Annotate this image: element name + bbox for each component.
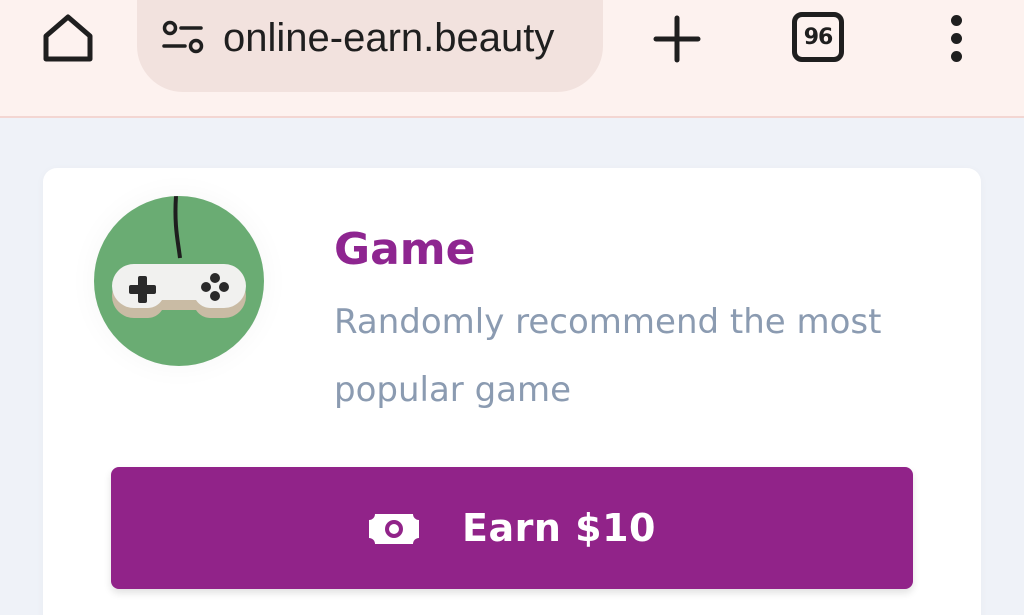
more-menu-button[interactable] [934, 10, 978, 66]
cash-icon [368, 513, 421, 545]
tab-switcher-button[interactable]: 96 [792, 12, 844, 62]
plus-icon [653, 15, 701, 63]
earn-button[interactable]: Earn $10 [111, 467, 913, 589]
more-vert-dot [950, 50, 962, 62]
home-button[interactable] [38, 10, 98, 66]
card-title: Game [334, 224, 476, 275]
home-icon [43, 14, 93, 62]
url-text[interactable]: online-earn.beauty [223, 12, 583, 64]
address-bar[interactable]: online-earn.beauty [137, 0, 603, 92]
tune-icon[interactable] [161, 20, 207, 56]
new-tab-button[interactable] [648, 10, 706, 68]
more-vert-icon [950, 14, 962, 26]
game-card: Game Randomly recommend the most popular… [43, 168, 981, 615]
more-vert-dot [950, 32, 962, 44]
earn-button-label: Earn $10 [462, 506, 656, 550]
card-description: Randomly recommend the most popular game [334, 302, 882, 410]
tab-count: 96 [803, 24, 834, 50]
browser-toolbar: online-earn.beauty 96 [0, 0, 1024, 118]
gamepad-icon [112, 196, 246, 318]
game-avatar [94, 196, 264, 366]
